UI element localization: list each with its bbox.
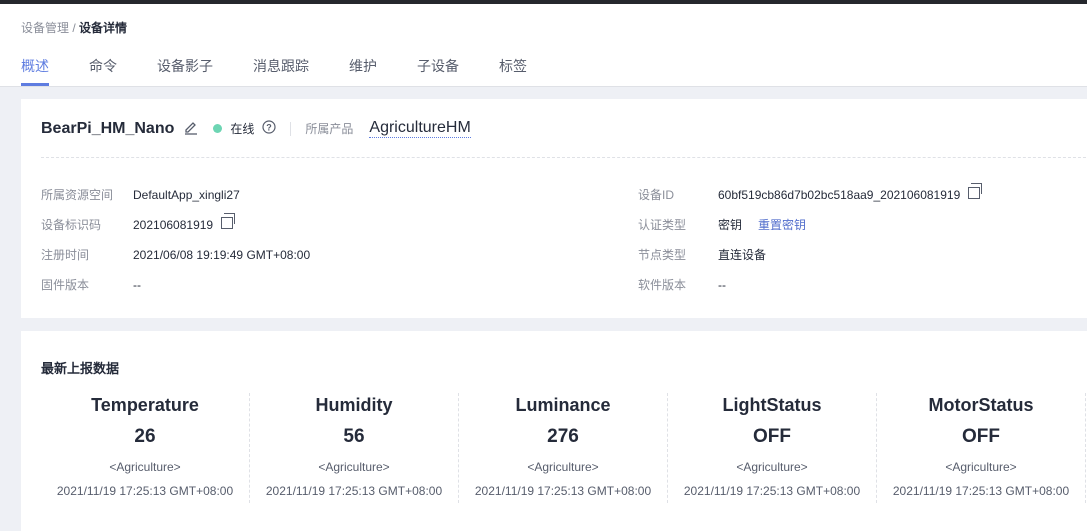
metric-name: Temperature <box>91 395 199 415</box>
field-device-id: 设备ID 60bf519cb86d7b02bc518aa9_20210608191… <box>638 182 983 203</box>
field-value: DefaultApp_xingli27 <box>133 187 240 202</box>
metric-service: <Agriculture> <box>527 460 599 474</box>
metric-service: <Agriculture> <box>318 460 390 474</box>
metric-luminance: Luminance 276 <Agriculture> 2021/11/19 17:2… <box>459 393 668 503</box>
metric-value: 26 <box>134 426 156 447</box>
metric-name: LightStatus <box>722 395 822 415</box>
metric-name: Humidity <box>315 395 393 415</box>
reset-secret-link[interactable]: 重置密钥 <box>758 216 806 233</box>
copy-icon[interactable] <box>968 182 983 199</box>
tab-maintenance[interactable]: 维护 <box>349 56 377 86</box>
field-value: 202106081919 <box>133 217 214 232</box>
metric-value: OFF <box>753 426 791 447</box>
field-software: 软件版本 -- <box>638 276 726 293</box>
field-label: 所属资源空间 <box>41 188 114 202</box>
field-value: 2021/06/08 19:19:49 GMT+08:00 <box>133 247 311 262</box>
field-value: 密钥 <box>718 218 743 232</box>
metric-name: MotorStatus <box>928 395 1034 415</box>
page-header: 设备管理 / 设备详情 概述 命令 设备影子 消息跟踪 维护 子设备 标签 <box>0 4 1087 87</box>
field-node-type: 节点类型 直连设备 <box>638 246 766 263</box>
metric-time: 2021/11/19 17:25:13 GMT+08:00 <box>683 484 861 498</box>
metric-value: 56 <box>343 426 365 447</box>
metric-light-status: LightStatus OFF <Agriculture> 2021/11/19 17… <box>668 393 877 503</box>
field-label: 节点类型 <box>638 248 687 262</box>
breadcrumb-current: 设备详情 <box>79 21 128 35</box>
metric-motor-status: MotorStatus OFF <Agriculture> 2021/11/19 17… <box>877 393 1086 503</box>
edit-icon[interactable] <box>183 119 199 138</box>
tab-message-trace[interactable]: 消息跟踪 <box>253 56 309 86</box>
copy-icon[interactable] <box>221 212 236 229</box>
metric-name: Luminance <box>515 395 611 415</box>
metric-value: 276 <box>547 426 579 447</box>
field-auth-type: 认证类型 密钥 重置密钥 <box>638 216 806 233</box>
field-label: 认证类型 <box>638 218 687 232</box>
device-info-card: BearPi_HM_Nano 在线 ? 所属产品 AgricultureHM 所… <box>21 99 1087 318</box>
metric-time: 2021/11/19 17:25:13 GMT+08:00 <box>56 484 234 498</box>
field-resource-space: 所属资源空间 DefaultApp_xingli27 <box>41 186 240 203</box>
metric-time: 2021/11/19 17:25:13 GMT+08:00 <box>892 484 1070 498</box>
field-node-id: 设备标识码 202106081919 <box>41 212 236 233</box>
field-value: 60bf519cb86d7b02bc518aa9_202106081919 <box>718 187 961 202</box>
product-label: 所属产品 <box>305 122 354 136</box>
metrics-list: Temperature 26 <Agriculture> 2021/11/19 17:… <box>41 393 1086 503</box>
metric-humidity: Humidity 56 <Agriculture> 2021/11/19 17:25:… <box>250 393 459 503</box>
metric-value: OFF <box>962 426 1000 447</box>
field-label: 软件版本 <box>638 278 687 292</box>
field-label: 注册时间 <box>41 248 90 262</box>
field-value: -- <box>133 277 141 292</box>
divider <box>41 157 1087 158</box>
tab-child-devices[interactable]: 子设备 <box>417 56 459 86</box>
tab-bar: 概述 命令 设备影子 消息跟踪 维护 子设备 标签 <box>21 56 567 86</box>
metric-service: <Agriculture> <box>945 460 1017 474</box>
field-register-time: 注册时间 2021/06/08 19:19:49 GMT+08:00 <box>41 246 310 263</box>
tab-tags[interactable]: 标签 <box>499 56 527 86</box>
device-name: BearPi_HM_Nano <box>41 119 175 137</box>
divider <box>290 121 292 136</box>
breadcrumb-separator: / <box>69 21 80 35</box>
field-label: 设备标识码 <box>41 218 102 232</box>
help-icon[interactable]: ? <box>262 120 276 137</box>
metric-time: 2021/11/19 17:25:13 GMT+08:00 <box>474 484 652 498</box>
device-title: BearPi_HM_Nano 在线 ? 所属产品 AgricultureHM <box>41 119 471 138</box>
tab-device-shadow[interactable]: 设备影子 <box>157 56 213 86</box>
field-firmware: 固件版本 -- <box>41 276 141 293</box>
tab-commands[interactable]: 命令 <box>89 56 117 86</box>
status-text: 在线 <box>230 122 255 136</box>
breadcrumb: 设备管理 / 设备详情 <box>21 19 127 36</box>
metric-service: <Agriculture> <box>109 460 181 474</box>
field-label: 设备ID <box>638 188 675 202</box>
tab-overview[interactable]: 概述 <box>21 56 49 86</box>
metric-temperature: Temperature 26 <Agriculture> 2021/11/19 17:… <box>41 393 250 503</box>
svg-text:?: ? <box>267 123 273 133</box>
metric-service: <Agriculture> <box>736 460 808 474</box>
field-label: 固件版本 <box>41 278 90 292</box>
field-value: 直连设备 <box>718 248 767 262</box>
latest-data-card: 最新上报数据 Temperature 26 <Agriculture> 2021/11… <box>21 331 1087 531</box>
breadcrumb-parent[interactable]: 设备管理 <box>21 21 69 35</box>
status-dot-icon <box>213 124 223 133</box>
metric-time: 2021/11/19 17:25:13 GMT+08:00 <box>265 484 443 498</box>
section-title: 最新上报数据 <box>41 361 120 376</box>
product-link[interactable]: AgricultureHM <box>369 119 471 138</box>
field-value: -- <box>718 277 726 292</box>
